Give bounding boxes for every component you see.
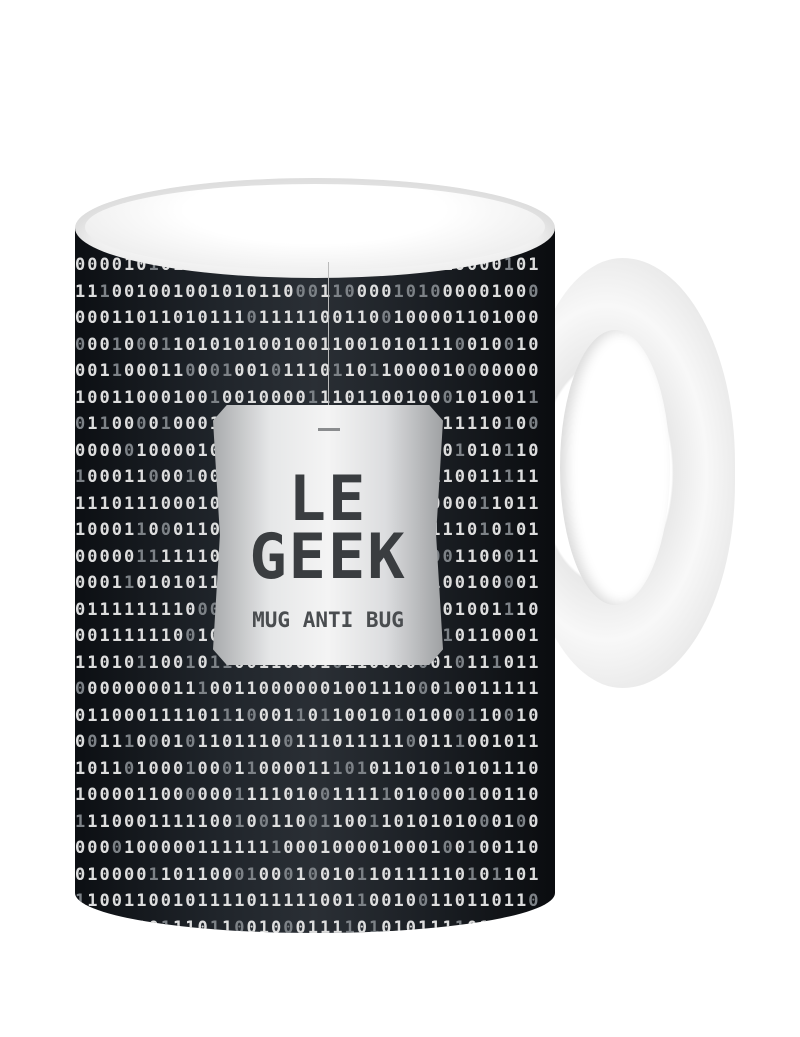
tag-title-line2: GEEK <box>249 520 407 593</box>
mug-interior <box>85 184 545 270</box>
staple-icon <box>318 428 340 431</box>
teabag-string <box>328 262 329 422</box>
tag-subtitle: MUG ANTI BUG <box>252 608 404 632</box>
mug-handle-opening <box>560 330 670 605</box>
tag-title: LE GEEK <box>213 468 443 593</box>
